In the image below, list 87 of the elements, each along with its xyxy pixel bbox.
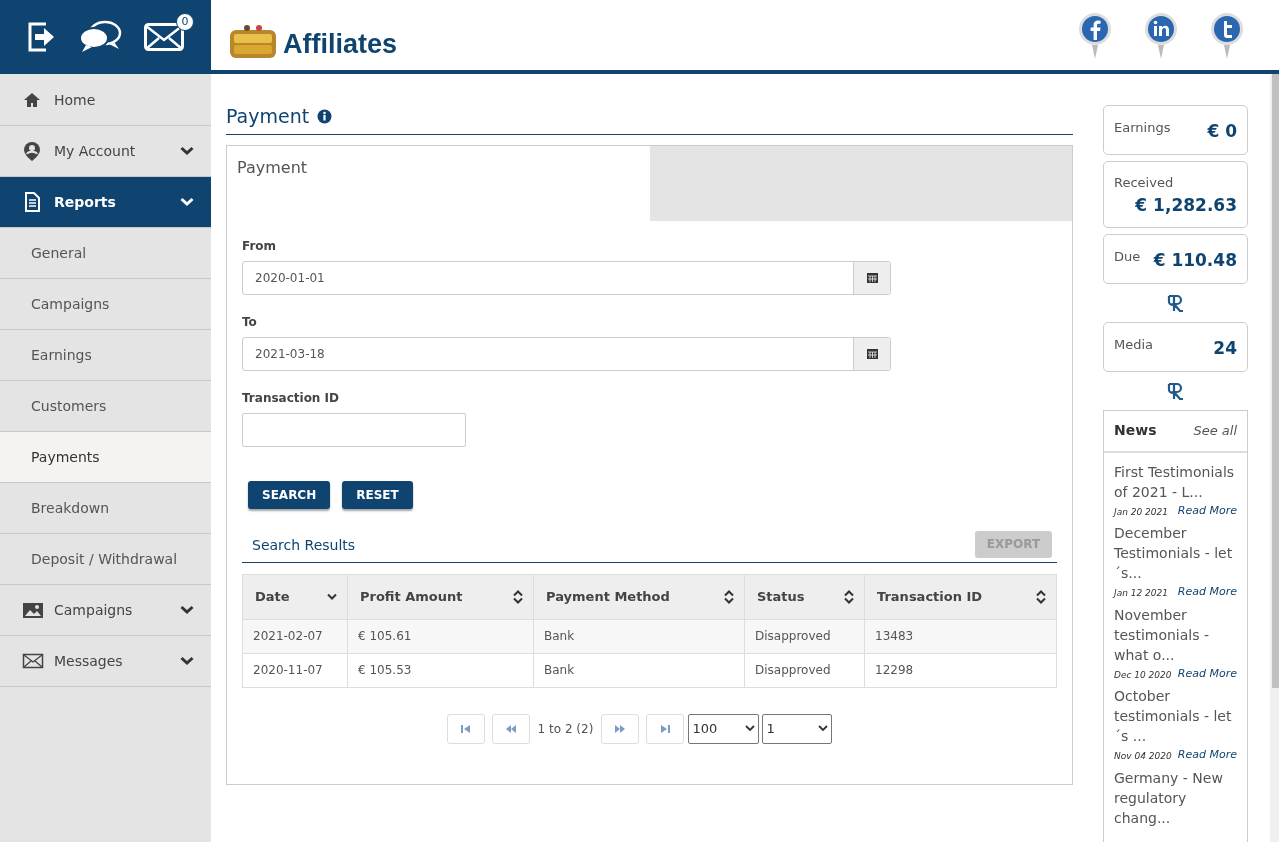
action-button[interactable]: RESET [342, 480, 413, 509]
stat-label: Received [1114, 174, 1175, 192]
sidebar-item[interactable]: Messages [0, 636, 211, 687]
linkedin-icon [1144, 12, 1178, 60]
next-page-button[interactable] [601, 713, 640, 744]
sidebar-item[interactable]: Home [0, 75, 211, 126]
mail-icon [144, 23, 184, 51]
stat-label: Earnings [1114, 119, 1171, 137]
stat-value: € 110.48 [1153, 248, 1237, 272]
facebook-icon [1078, 12, 1112, 60]
table-cell: € 105.53 [347, 653, 534, 687]
calendar-icon [866, 272, 878, 283]
stat-value: € 0 [1207, 120, 1237, 143]
sidebar-item[interactable]: Campaigns [0, 585, 211, 636]
news-date: Jan 12 2021 [1114, 587, 1168, 600]
stat-label: Due [1114, 247, 1141, 266]
page-select[interactable]: 1 [762, 713, 833, 744]
news-title: News [1114, 421, 1157, 440]
field-label: Transaction ID [242, 389, 341, 407]
news-headline[interactable]: November testimonials - what o... [1114, 604, 1237, 665]
stat-value: € 1,282.63 [1134, 193, 1237, 217]
chat-icon [78, 20, 122, 54]
sidebar-subitem[interactable]: Campaigns [0, 279, 211, 330]
twitter-icon [1210, 12, 1244, 60]
image-icon [22, 600, 44, 620]
table-cell: Disapproved [744, 619, 865, 653]
column-header[interactable]: Date [255, 586, 290, 607]
stat-label: Media [1114, 335, 1154, 354]
chevron-down-icon [818, 725, 829, 732]
chevron-down-icon [180, 146, 194, 156]
brand-title: Affiliates [283, 28, 398, 61]
sidebar-item[interactable]: Reports [0, 177, 211, 228]
pagination-info: 1 to 2 (2) [537, 720, 594, 738]
read-more-link[interactable]: Read More [1177, 502, 1237, 519]
first-page-icon [459, 723, 472, 734]
stat-value: 24 [1213, 336, 1237, 360]
news-headline[interactable]: October testimonials - let´s ... [1114, 686, 1237, 746]
news-date: Nov 04 2020 [1114, 750, 1172, 763]
table-cell: Bank [533, 619, 745, 653]
news-date: Jan 20 2021 [1114, 505, 1168, 519]
table-cell: € 105.61 [347, 619, 534, 653]
field-label: From [242, 237, 278, 255]
news-date: Dec 10 2020 [1114, 668, 1172, 682]
chevron-down-icon [180, 605, 194, 615]
page-title: Payment [226, 104, 310, 129]
column-header[interactable]: Status [757, 586, 805, 607]
info-icon [317, 108, 333, 124]
news-headline[interactable]: December Testimonials - let ´s... [1114, 523, 1237, 583]
news-headline[interactable]: Germany - New regulatory chang... [1114, 767, 1237, 828]
date-field[interactable]: 2021-03-18 [242, 336, 891, 371]
table-cell: 12298 [864, 653, 1057, 687]
read-more-link[interactable]: Read More [1177, 747, 1237, 764]
chevron-down-icon [180, 197, 194, 207]
table-cell: Disapproved [744, 653, 865, 687]
action-button[interactable]: SEARCH [248, 480, 331, 509]
next-page-icon [614, 723, 627, 734]
date-field[interactable]: 2020-01-01 [242, 260, 891, 295]
logout-icon [26, 21, 56, 53]
field-label: To [242, 313, 258, 331]
previous-page-button[interactable] [491, 713, 530, 744]
input-field[interactable] [242, 412, 466, 447]
sidebar-subitem[interactable]: Deposit / Withdrawal [0, 534, 211, 585]
table-cell: 2020-11-07 [242, 653, 348, 687]
table-cell: Bank [533, 653, 745, 687]
r-logo-icon [1165, 293, 1186, 312]
read-more-link[interactable]: Read More [1177, 584, 1237, 601]
sidebar-subitem[interactable]: Payments [0, 432, 211, 483]
previous-page-icon [504, 723, 517, 734]
table-cell: 13483 [864, 619, 1057, 653]
read-more-link[interactable]: Read More [1177, 665, 1237, 682]
chevron-down-icon [745, 725, 756, 732]
news-headline[interactable]: First Testimonials of 2021 - L... [1114, 461, 1237, 502]
mail-icon [22, 651, 44, 671]
count-badge: 0 [176, 13, 194, 31]
last-page-icon [659, 723, 672, 734]
table-cell: 2021-02-07 [242, 619, 348, 653]
page-size-select[interactable]: 100 [688, 713, 760, 744]
see-all-link[interactable]: See all [1193, 420, 1237, 441]
first-page-button[interactable] [446, 713, 485, 744]
last-page-button[interactable] [646, 713, 685, 744]
sidebar-subitem[interactable]: General [0, 228, 211, 279]
sidebar-subitem[interactable]: Breakdown [0, 483, 211, 534]
chevron-down-icon [180, 656, 194, 666]
calendar-icon [866, 348, 878, 359]
sidebar-subitem[interactable]: Earnings [0, 330, 211, 381]
section-title: Search Results [251, 535, 356, 555]
r-logo-icon [1165, 381, 1186, 400]
